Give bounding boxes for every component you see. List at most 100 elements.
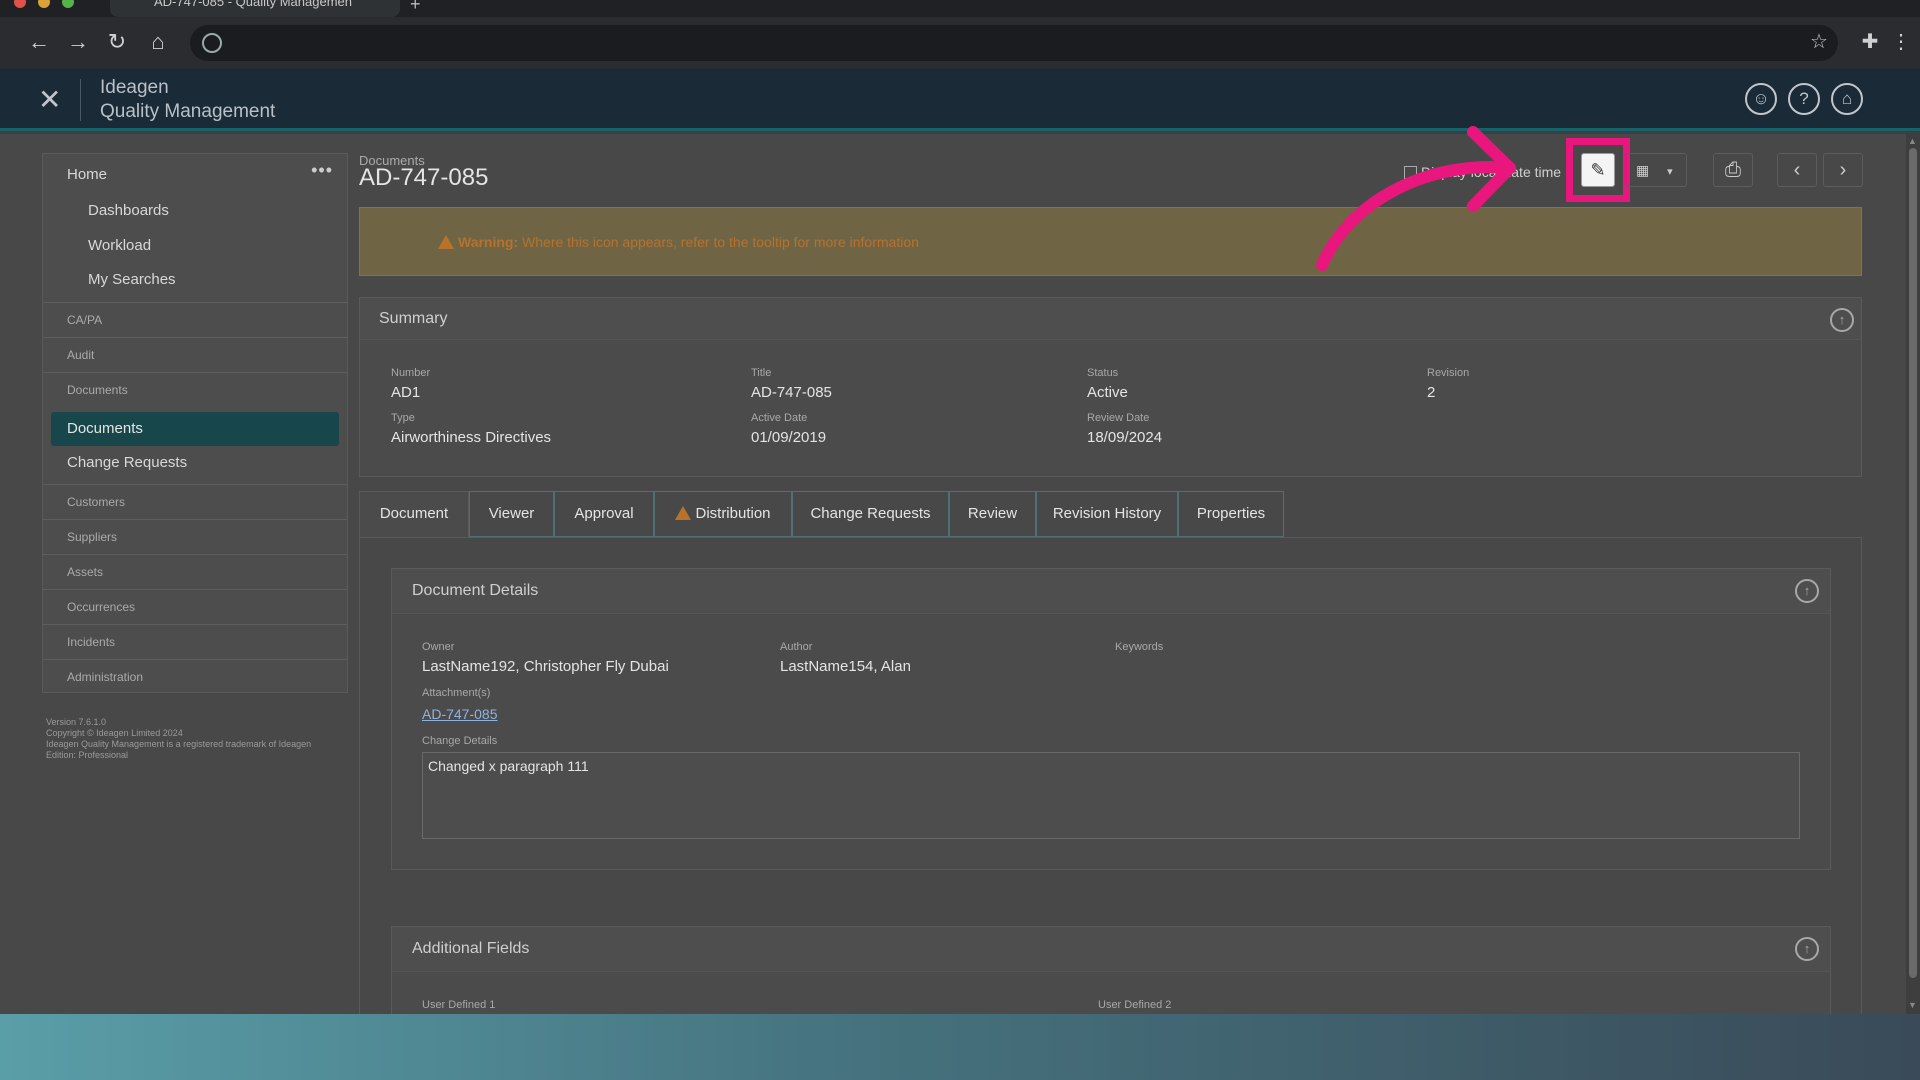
chevron-right-icon: › [1839,159,1847,181]
title-value: AD-747-085 [751,384,832,401]
attachments-label: Attachment(s) [422,687,491,699]
tab-viewer[interactable]: Viewer [469,491,554,537]
page-scrollbar[interactable]: ▲ ▼ [1906,134,1920,1014]
sidebar-section-customers[interactable]: Customers [43,484,347,519]
next-record-button[interactable]: › [1823,153,1863,187]
app-header: ✕ Ideagen Quality Management ☺ ? ⌂ [0,69,1920,131]
browser-tab[interactable]: AD-747-085 - Quality Managemen [110,0,400,17]
back-icon[interactable]: ← [24,27,54,57]
sidebar-section-capa[interactable]: CA/PA [43,302,347,337]
user-profile-icon[interactable]: ☺ [1745,83,1777,115]
address-bar[interactable] [190,25,1838,61]
sidebar-section-documents[interactable]: Documents [43,372,347,407]
author-value: LastName154, Alan [780,658,911,675]
collapse-icon[interactable]: ↑ [1795,579,1819,603]
summary-title: Summary [360,298,1861,340]
warning-message: Where this icon appears, refer to the to… [522,234,919,250]
sidebar-section-occurrences[interactable]: Occurrences [43,589,347,624]
owner-label: Owner [422,641,455,653]
display-local-checkbox[interactable] [1404,166,1417,179]
display-local-label: Display local date time [1421,164,1562,180]
bookmark-star-icon[interactable]: ☆ [1806,29,1832,54]
previous-record-button[interactable]: ‹ [1777,153,1817,187]
print-button[interactable]: ⎙ [1713,153,1753,187]
active-date-label: Active Date [751,412,808,424]
sidebar-section-assets[interactable]: Assets [43,554,347,589]
tab-revision-history[interactable]: Revision History [1036,491,1178,537]
tab-distribution-label: Distribution [695,505,771,522]
browser-menu-icon[interactable]: ⋮ [1888,29,1914,54]
collapse-icon[interactable]: ↑ [1830,308,1854,332]
new-tab-button[interactable]: + [410,0,421,15]
user-defined-2-label: User Defined 2 [1098,999,1172,1011]
tab-change-requests[interactable]: Change Requests [792,491,949,537]
warning-icon [675,506,692,520]
sidebar-section-suppliers[interactable]: Suppliers [43,519,347,554]
grid-view-button[interactable]: ▦ ▾ [1625,153,1687,187]
site-info-icon[interactable] [202,33,222,53]
scrollbar-thumb[interactable] [1909,148,1917,978]
document-details-title: Document Details [392,569,1830,614]
edition-text: Edition: Professional [46,750,129,760]
user-defined-1-label: User Defined 1 [422,999,496,1011]
sidebar-item-workload[interactable]: Workload [88,237,151,254]
extensions-icon[interactable]: ✚ [1857,29,1883,54]
close-window-dot[interactable] [14,0,26,8]
tab-review[interactable]: Review [949,491,1036,537]
page-title: AD-747-085 [359,164,489,191]
change-details-field[interactable]: Changed x paragraph 111 [422,752,1800,839]
collapse-icon[interactable]: ↑ [1795,937,1819,961]
sidebar-item-change-requests[interactable]: Change Requests [67,454,187,471]
tab-document[interactable]: Document [359,491,469,537]
change-details-label: Change Details [422,735,498,747]
copyright-text: Copyright © Ideagen Limited 2024 [46,728,183,738]
close-icon[interactable]: ✕ [38,83,61,116]
keywords-label: Keywords [1115,641,1164,653]
sidebar-item-dashboards[interactable]: Dashboards [88,202,169,219]
author-label: Author [780,641,813,653]
owner-value: LastName192, Christopher Fly Dubai [422,658,669,675]
sidebar-item-home[interactable]: Home [67,166,107,183]
tab-approval[interactable]: Approval [554,491,654,537]
title-label: Title [751,367,772,379]
scroll-down-arrow[interactable]: ▼ [1908,1000,1917,1010]
reload-icon[interactable]: ↻ [102,27,132,57]
grid-icon: ▦ [1636,162,1650,178]
home-icon[interactable]: ⌂ [143,27,173,57]
sidebar-footer: Version 7.6.1.0 Copyright © Ideagen Limi… [46,717,316,761]
chevron-left-icon: ‹ [1793,159,1801,181]
more-options-icon[interactable]: ••• [311,160,333,181]
forward-icon[interactable]: → [63,27,93,57]
maximize-window-dot[interactable] [62,0,74,8]
tab-properties[interactable]: Properties [1178,491,1284,537]
revision-value: 2 [1427,384,1436,401]
help-icon[interactable]: ? [1788,83,1820,115]
browser-tab-strip: AD-747-085 - Quality Managemen + [0,0,1920,17]
brand-product-name: Quality Management [100,101,276,122]
sidebar-item-documents[interactable]: Documents [51,412,339,446]
trademark-text: Ideagen Quality Management is a register… [46,739,312,749]
sidebar-section-audit[interactable]: Audit [43,337,347,372]
sidebar: Home ••• Dashboards Workload My Searches… [42,153,348,693]
sidebar-section-administration[interactable]: Administration [43,659,347,694]
review-date-value: 18/09/2024 [1087,429,1163,446]
tab-distribution[interactable]: Distribution [654,491,792,537]
chevron-down-icon: ▾ [1667,166,1673,178]
minimize-window-dot[interactable] [38,0,50,8]
number-value: AD1 [391,384,421,401]
header-divider [80,79,81,121]
revision-label: Revision [1427,367,1470,379]
home-page-icon[interactable]: ⌂ [1831,83,1863,115]
version-text: Version 7.6.1.0 [46,717,107,727]
attachment-link[interactable]: AD-747-085 [422,706,498,722]
display-local-time-option[interactable]: Display local date time [1404,164,1561,180]
scroll-up-arrow[interactable]: ▲ [1908,136,1917,146]
sidebar-section-incidents[interactable]: Incidents [43,624,347,659]
status-value: Active [1087,384,1128,401]
status-label: Status [1087,367,1119,379]
number-label: Number [391,367,431,379]
brand-logo-name: Ideagen [100,77,169,98]
browser-toolbar: ← → ↻ ⌂ ☆ ✚ ⋮ [0,17,1920,69]
additional-fields-title: Additional Fields [392,927,1830,972]
sidebar-item-my-searches[interactable]: My Searches [88,271,176,288]
